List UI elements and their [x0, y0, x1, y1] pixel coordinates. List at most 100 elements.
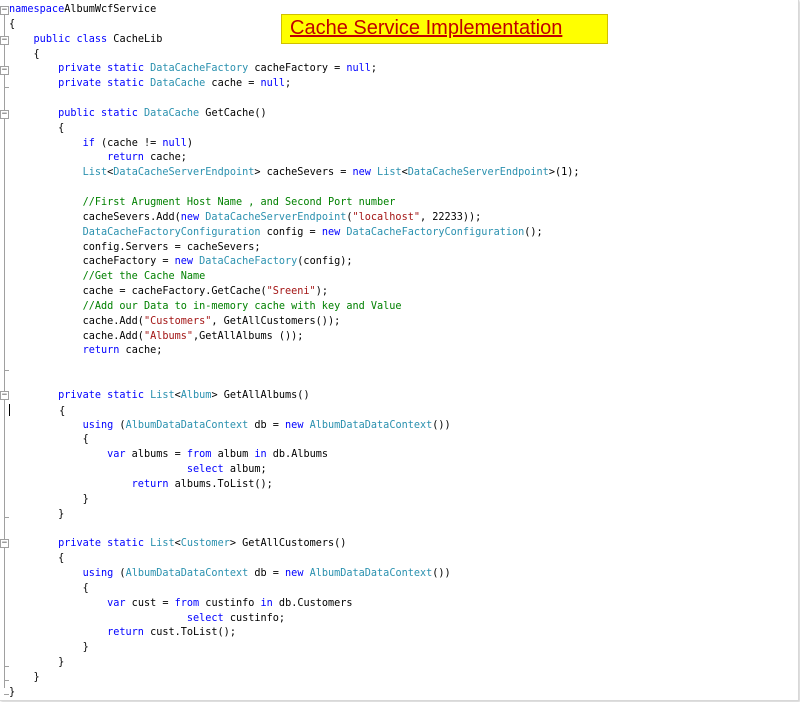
- code-line: {: [9, 433, 579, 448]
- code-line: cache = cacheFactory.GetCache("Sreeni");: [9, 285, 579, 300]
- collapse-toggle-fields[interactable]: −: [0, 66, 9, 75]
- code-token: new: [285, 568, 304, 580]
- code-token: Album: [180, 389, 212, 401]
- code-line: private static DataCacheFactory cacheFac…: [9, 62, 579, 77]
- code-token: return: [107, 152, 144, 164]
- collapse-toggle-getcache[interactable]: −: [0, 110, 9, 119]
- code-token: DataCacheServerEndpoint: [113, 167, 255, 179]
- code-token: DataCacheFactoryConfiguration: [82, 226, 261, 238]
- code-line: private static List<Album> GetAllAlbums(…: [9, 389, 579, 404]
- code-token: private: [58, 538, 102, 550]
- code-token: custinfo;: [223, 612, 286, 624]
- code-token: public: [58, 107, 95, 119]
- code-token: {: [9, 553, 65, 565]
- code-token: from: [174, 597, 200, 609]
- code-line: {: [9, 403, 579, 419]
- code-line: select album;: [9, 463, 579, 478]
- code-token: static: [101, 63, 144, 75]
- code-token: cache = cacheFactory.GetCache(: [9, 286, 267, 298]
- code-token: AlbumDataDataContext: [303, 568, 433, 580]
- code-token: cache.Add(: [9, 330, 144, 342]
- code-token: DataCacheServerEndpoint: [407, 167, 549, 179]
- code-token: ();: [524, 226, 543, 238]
- code-token: ): [186, 137, 194, 149]
- code-token: AlbumDataDataContext: [125, 568, 249, 580]
- code-token: cacheSevers.Add(: [9, 211, 181, 223]
- code-token: }: [9, 508, 65, 520]
- code-editor-window: − − − − − − namespaceAlbumWcfService { pu…: [0, 0, 799, 701]
- code-token: public: [33, 33, 71, 45]
- code-token: AlbumWcfService: [64, 4, 157, 15]
- code-token: db =: [248, 568, 286, 580]
- code-token: var: [107, 597, 126, 609]
- code-text-area[interactable]: namespaceAlbumWcfService { public class C…: [9, 3, 579, 701]
- code-line: {: [9, 48, 579, 63]
- code-token: new: [321, 226, 341, 238]
- code-token: cache.Add(: [9, 315, 144, 327]
- code-token: "Albums": [143, 330, 194, 342]
- code-token: in: [254, 449, 267, 461]
- code-line: //First Arugment Host Name , and Second …: [9, 196, 579, 211]
- code-token: cache =: [205, 78, 261, 90]
- code-token: config =: [260, 226, 322, 238]
- code-token: album;: [223, 464, 267, 476]
- code-line: using (AlbumDataDataContext db = new Alb…: [9, 419, 579, 434]
- code-line: config.Servers = cacheSevers;: [9, 241, 579, 256]
- code-token: }: [9, 671, 40, 683]
- code-token: List: [370, 167, 402, 179]
- code-token: {: [9, 48, 40, 60]
- code-token: Customer: [180, 538, 230, 550]
- code-token: "Sreeni": [266, 286, 316, 298]
- code-token: List: [143, 538, 175, 550]
- code-token: albums =: [125, 449, 187, 461]
- code-line: DataCacheFactoryConfiguration config = n…: [9, 226, 579, 241]
- code-line: return albums.ToList();: [9, 478, 579, 493]
- code-line: return cache;: [9, 344, 579, 359]
- code-token: > GetAllCustomers(): [229, 538, 347, 550]
- code-token: List: [82, 167, 108, 179]
- code-line: return cust.ToList();: [9, 626, 579, 641]
- code-token: ;: [285, 78, 292, 90]
- code-line: {: [9, 582, 579, 597]
- code-line: }: [9, 671, 579, 686]
- code-token: static: [101, 78, 144, 90]
- code-token: }: [9, 642, 89, 654]
- code-token: class: [70, 33, 108, 45]
- code-token: {: [10, 405, 66, 417]
- code-line: List<DataCacheServerEndpoint> cacheSever…: [9, 166, 580, 181]
- collapse-toggle-class[interactable]: −: [0, 36, 9, 45]
- code-token: new: [180, 211, 200, 223]
- code-line: }: [9, 656, 579, 671]
- code-token: cacheFactory =: [248, 63, 347, 75]
- code-line: cacheSevers.Add(new DataCacheServerEndpo…: [9, 211, 579, 226]
- code-token: AlbumDataDataContext: [125, 419, 249, 431]
- code-token: //Get the Cache Name: [82, 271, 206, 283]
- collapse-toggle-getallcustomers[interactable]: −: [0, 539, 9, 548]
- code-token: DataCache: [143, 78, 206, 90]
- code-token: return: [131, 479, 169, 490]
- code-token: db.Customers: [272, 597, 353, 609]
- code-token: config.Servers = cacheSevers;: [9, 241, 261, 253]
- code-token: from: [186, 449, 212, 461]
- code-token: private: [58, 63, 102, 75]
- collapse-toggle-namespace[interactable]: −: [0, 6, 9, 15]
- code-token: new: [174, 256, 194, 268]
- code-line: private static List<Customer> GetAllCust…: [9, 537, 579, 552]
- code-token: null: [162, 137, 187, 149]
- code-token: DataCacheFactoryConfiguration: [340, 226, 525, 238]
- code-token: null: [346, 63, 371, 75]
- code-token: custinfo: [199, 597, 261, 609]
- code-token: > GetAllAlbums(): [211, 389, 310, 401]
- title-banner: Cache Service Implementation: [281, 14, 608, 44]
- collapse-toggle-getallalbums[interactable]: −: [0, 391, 9, 400]
